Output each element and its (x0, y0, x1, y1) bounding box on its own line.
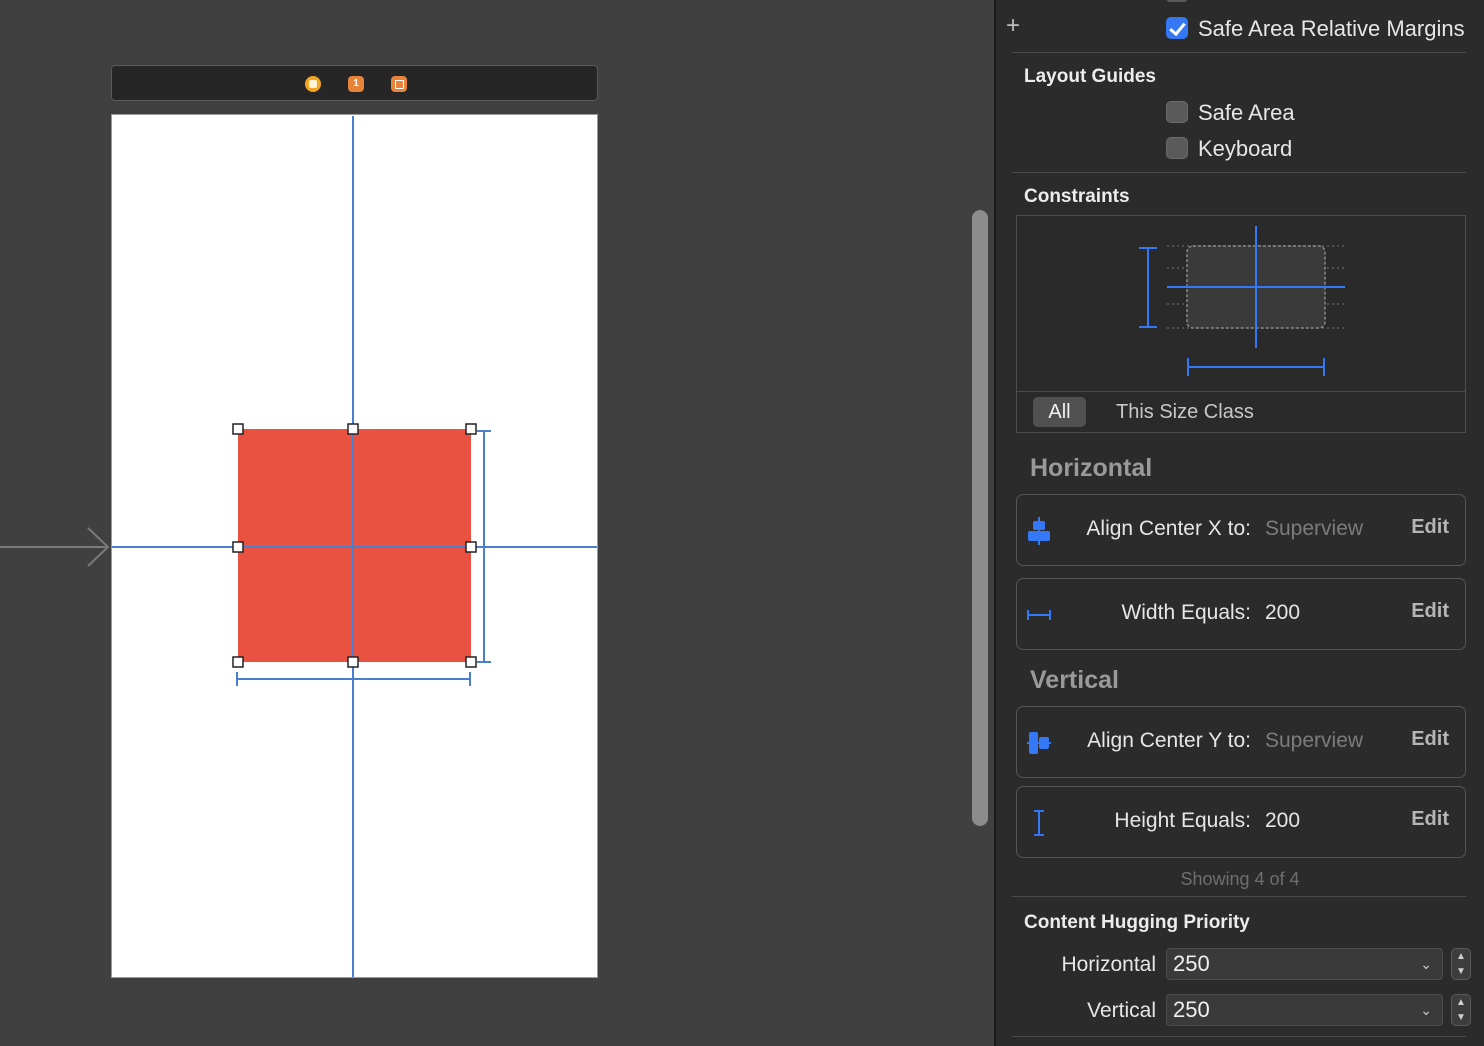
layout-guides-title: Layout Guides (1024, 66, 1156, 87)
align-center-x-icon (1028, 517, 1050, 545)
keyboard-checkbox[interactable] (1166, 137, 1188, 159)
divider (1012, 172, 1466, 173)
stepper-down-icon[interactable]: ▼ (1452, 1011, 1470, 1025)
constraint-name: Align Center Y to: (1087, 729, 1251, 752)
divider (1012, 52, 1466, 53)
stepper-up-icon[interactable]: ▲ (1452, 996, 1470, 1010)
add-variation-icon[interactable]: + (1006, 14, 1020, 38)
horizontal-priority-popup[interactable]: 250 ⌄ (1166, 948, 1443, 980)
constraint-name: Width Equals: (1121, 601, 1251, 624)
chevron-down-icon: ⌄ (1420, 1002, 1432, 1018)
height-indicator-icon (1139, 247, 1157, 328)
constraint-value: Superview (1265, 517, 1364, 540)
stepper-up-icon[interactable]: ▲ (1452, 950, 1470, 964)
showing-count: Showing 4 of 4 (1180, 869, 1300, 889)
divider (1017, 391, 1465, 392)
divider (1012, 1036, 1466, 1037)
storyboard-canvas[interactable]: 1 (0, 0, 965, 1046)
width-icon (1027, 610, 1051, 620)
align-center-y-icon (1027, 732, 1051, 754)
constraint-name: Align Center X to: (1086, 517, 1251, 540)
content-hugging-title: Content Hugging Priority (1024, 912, 1250, 933)
constraint-value: Superview (1265, 729, 1364, 752)
constraints-title: Constraints (1024, 186, 1130, 207)
horizontal-title: Horizontal (1030, 454, 1153, 482)
stepper-down-icon[interactable]: ▼ (1452, 965, 1470, 979)
constraint-editor: All This Size Class (1016, 215, 1466, 433)
safe-area-relative-margins-label: Safe Area Relative Margins (1198, 16, 1465, 41)
popup-value: 250 (1173, 997, 1210, 1022)
scrollbar-thumb[interactable] (972, 210, 988, 826)
size-inspector: + Safe Area Relative Margins Layout Guid… (996, 0, 1484, 1046)
segment-all[interactable]: All (1033, 397, 1086, 427)
edit-button[interactable]: Edit (1411, 516, 1449, 539)
vertical-priority-popup[interactable]: 250 ⌄ (1166, 994, 1443, 1026)
popup-value: 250 (1173, 951, 1210, 976)
chevron-down-icon: ⌄ (1420, 956, 1432, 972)
edit-button[interactable]: Edit (1411, 728, 1449, 751)
width-indicator-icon (1187, 358, 1325, 376)
constraint-value: 200 (1265, 809, 1301, 832)
constraint-name: Height Equals: (1114, 809, 1251, 832)
keyboard-label: Keyboard (1198, 136, 1293, 161)
constraint-row-center-y[interactable]: Align Center Y to: Superview Edit (1016, 706, 1466, 778)
constraint-value: 200 (1265, 601, 1301, 624)
safe-area-label: Safe Area (1198, 100, 1295, 125)
edit-button[interactable]: Edit (1411, 600, 1449, 623)
constraint-diagram (1139, 226, 1347, 376)
vertical-priority-stepper[interactable]: ▲ ▼ (1451, 994, 1471, 1026)
selected-red-view (238, 429, 471, 662)
vertical-priority-label: Vertical (1087, 999, 1156, 1022)
segment-this-size-class[interactable]: This Size Class (1116, 397, 1254, 427)
constraint-overlay (112, 116, 597, 977)
horizontal-priority-stepper[interactable]: ▲ ▼ (1451, 948, 1471, 980)
divider (1012, 896, 1466, 897)
height-icon (1034, 810, 1044, 836)
constraint-row-height[interactable]: Height Equals: 200 Edit (1016, 786, 1466, 858)
safe-area-checkbox[interactable] (1166, 101, 1188, 123)
clipped-checkbox (1166, 0, 1188, 2)
safe-area-relative-margins-checkbox[interactable] (1166, 17, 1188, 39)
constraint-row-center-x[interactable]: Align Center X to: Superview Edit (1016, 494, 1466, 566)
edit-button[interactable]: Edit (1411, 808, 1449, 831)
vertical-title: Vertical (1030, 666, 1119, 694)
constraint-row-width[interactable]: Width Equals: 200 Edit (1016, 578, 1466, 650)
horizontal-priority-label: Horizontal (1061, 953, 1156, 976)
